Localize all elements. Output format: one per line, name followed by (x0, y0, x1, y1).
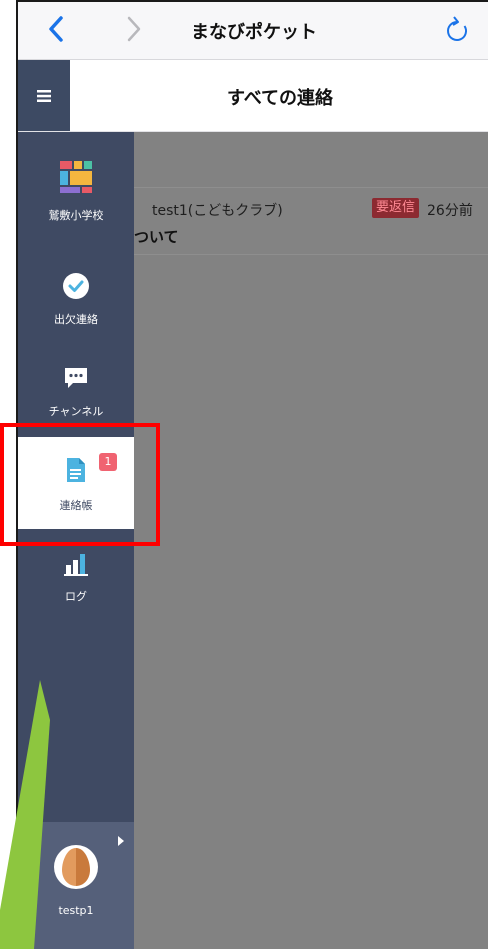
hamburger-menu-icon (37, 89, 51, 102)
browser-navbar: まなびポケット (18, 2, 488, 60)
page-title: すべての連絡 (226, 88, 334, 109)
bar-chart-icon (64, 554, 88, 576)
list-item[interactable]: test1(こどもクラブ) 要返信 26分前 ついて (134, 187, 488, 255)
sidebar-item-label: 鷲敷小学校 (48, 209, 104, 222)
menu-button[interactable] (18, 60, 70, 131)
chat-bubble-icon (65, 368, 87, 388)
sidebar-item-log[interactable]: ログ (18, 552, 134, 604)
school-grid-icon (60, 161, 92, 193)
message-sender: test1(こどもクラブ) (152, 203, 283, 219)
sidebar-item-notebook[interactable]: 1 連絡帳 (18, 437, 134, 529)
green-arrow-annotation (0, 680, 50, 949)
browser-title: まなびポケット (191, 22, 317, 43)
document-icon (67, 458, 85, 482)
reload-icon[interactable] (444, 14, 470, 48)
phone-frame: まなびポケット すべての連絡 鷲敷小学校 出欠連絡 チャンネル 1 連絡帳 ログ… (16, 0, 488, 949)
sidebar-item-channel[interactable]: チャンネル (18, 365, 134, 419)
message-subject: ついて (134, 228, 179, 246)
reply-required-badge: 要返信 (372, 198, 420, 218)
caret-right-icon (118, 836, 124, 846)
sidebar-item-attendance[interactable]: 出欠連絡 (18, 272, 134, 327)
sidebar-item-label: ログ (65, 590, 87, 603)
message-time: 26分前 (427, 203, 473, 219)
sidebar-item-label: 出欠連絡 (54, 313, 98, 326)
check-circle-icon (63, 273, 89, 299)
sidebar-item-label: 連絡帳 (59, 499, 93, 512)
app-header: すべての連絡 (18, 60, 488, 132)
sidebar-item-school[interactable]: 鷲敷小学校 (18, 160, 134, 223)
content-overlay[interactable]: test1(こどもクラブ) 要返信 26分前 ついて (134, 132, 488, 949)
unread-badge: 1 (99, 453, 117, 471)
sidebar-item-label: チャンネル (48, 405, 104, 418)
